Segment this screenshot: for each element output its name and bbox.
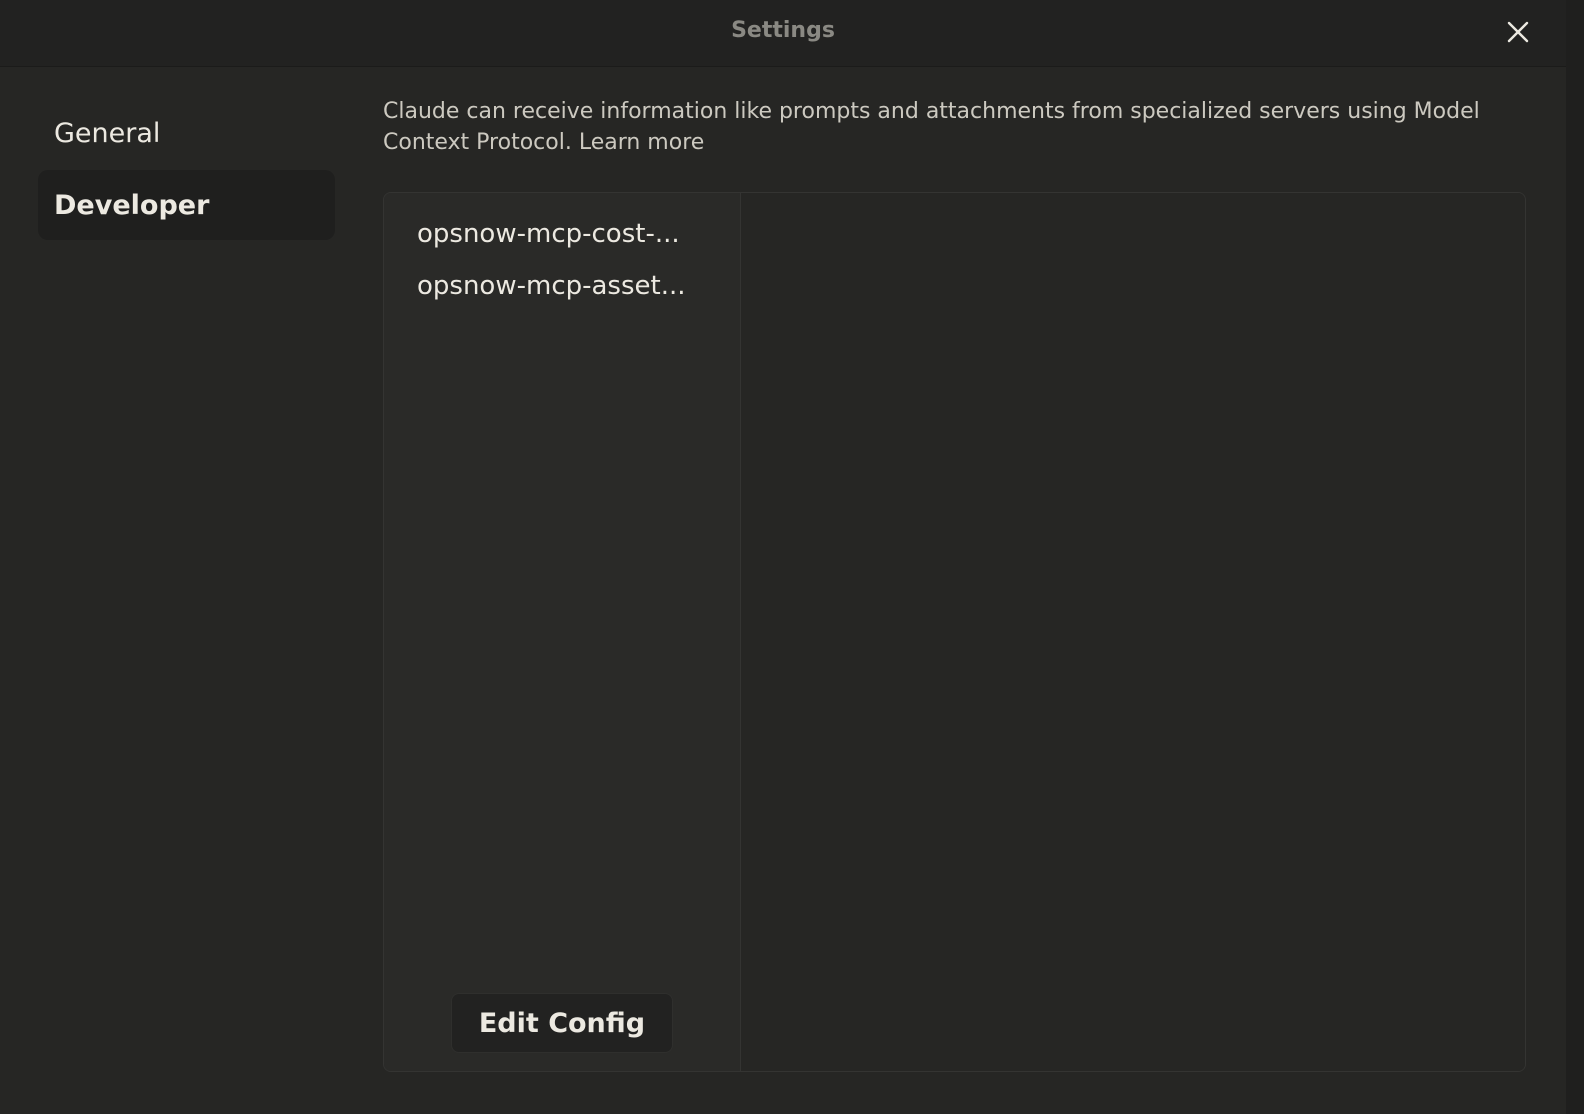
- server-item[interactable]: opsnow-mcp-asset...: [417, 271, 717, 301]
- developer-description: Claude can receive information like prom…: [383, 96, 1503, 158]
- settings-sidebar: General Developer: [38, 98, 335, 242]
- mcp-servers-panel: opsnow-mcp-cost-... opsnow-mcp-asset... …: [383, 192, 1526, 1072]
- server-list: opsnow-mcp-cost-... opsnow-mcp-asset... …: [384, 193, 741, 1071]
- sidebar-item-developer[interactable]: Developer: [38, 170, 335, 240]
- edit-config-button[interactable]: Edit Config: [451, 993, 673, 1053]
- description-text: Claude can receive information like prom…: [383, 99, 1480, 155]
- title-bar: Settings: [0, 0, 1566, 67]
- close-icon: [1507, 21, 1529, 43]
- learn-more-link[interactable]: Learn more: [579, 130, 704, 155]
- server-item[interactable]: opsnow-mcp-cost-...: [417, 219, 717, 249]
- server-detail-pane: [741, 193, 1525, 1071]
- window-edge: [1566, 0, 1584, 1114]
- settings-window: Settings General Developer Claude can re…: [0, 0, 1584, 1114]
- sidebar-item-general[interactable]: General: [38, 98, 335, 168]
- sidebar-item-label: Developer: [54, 189, 210, 221]
- close-button[interactable]: [1500, 14, 1536, 50]
- sidebar-item-label: General: [54, 117, 161, 149]
- window-title: Settings: [731, 18, 835, 43]
